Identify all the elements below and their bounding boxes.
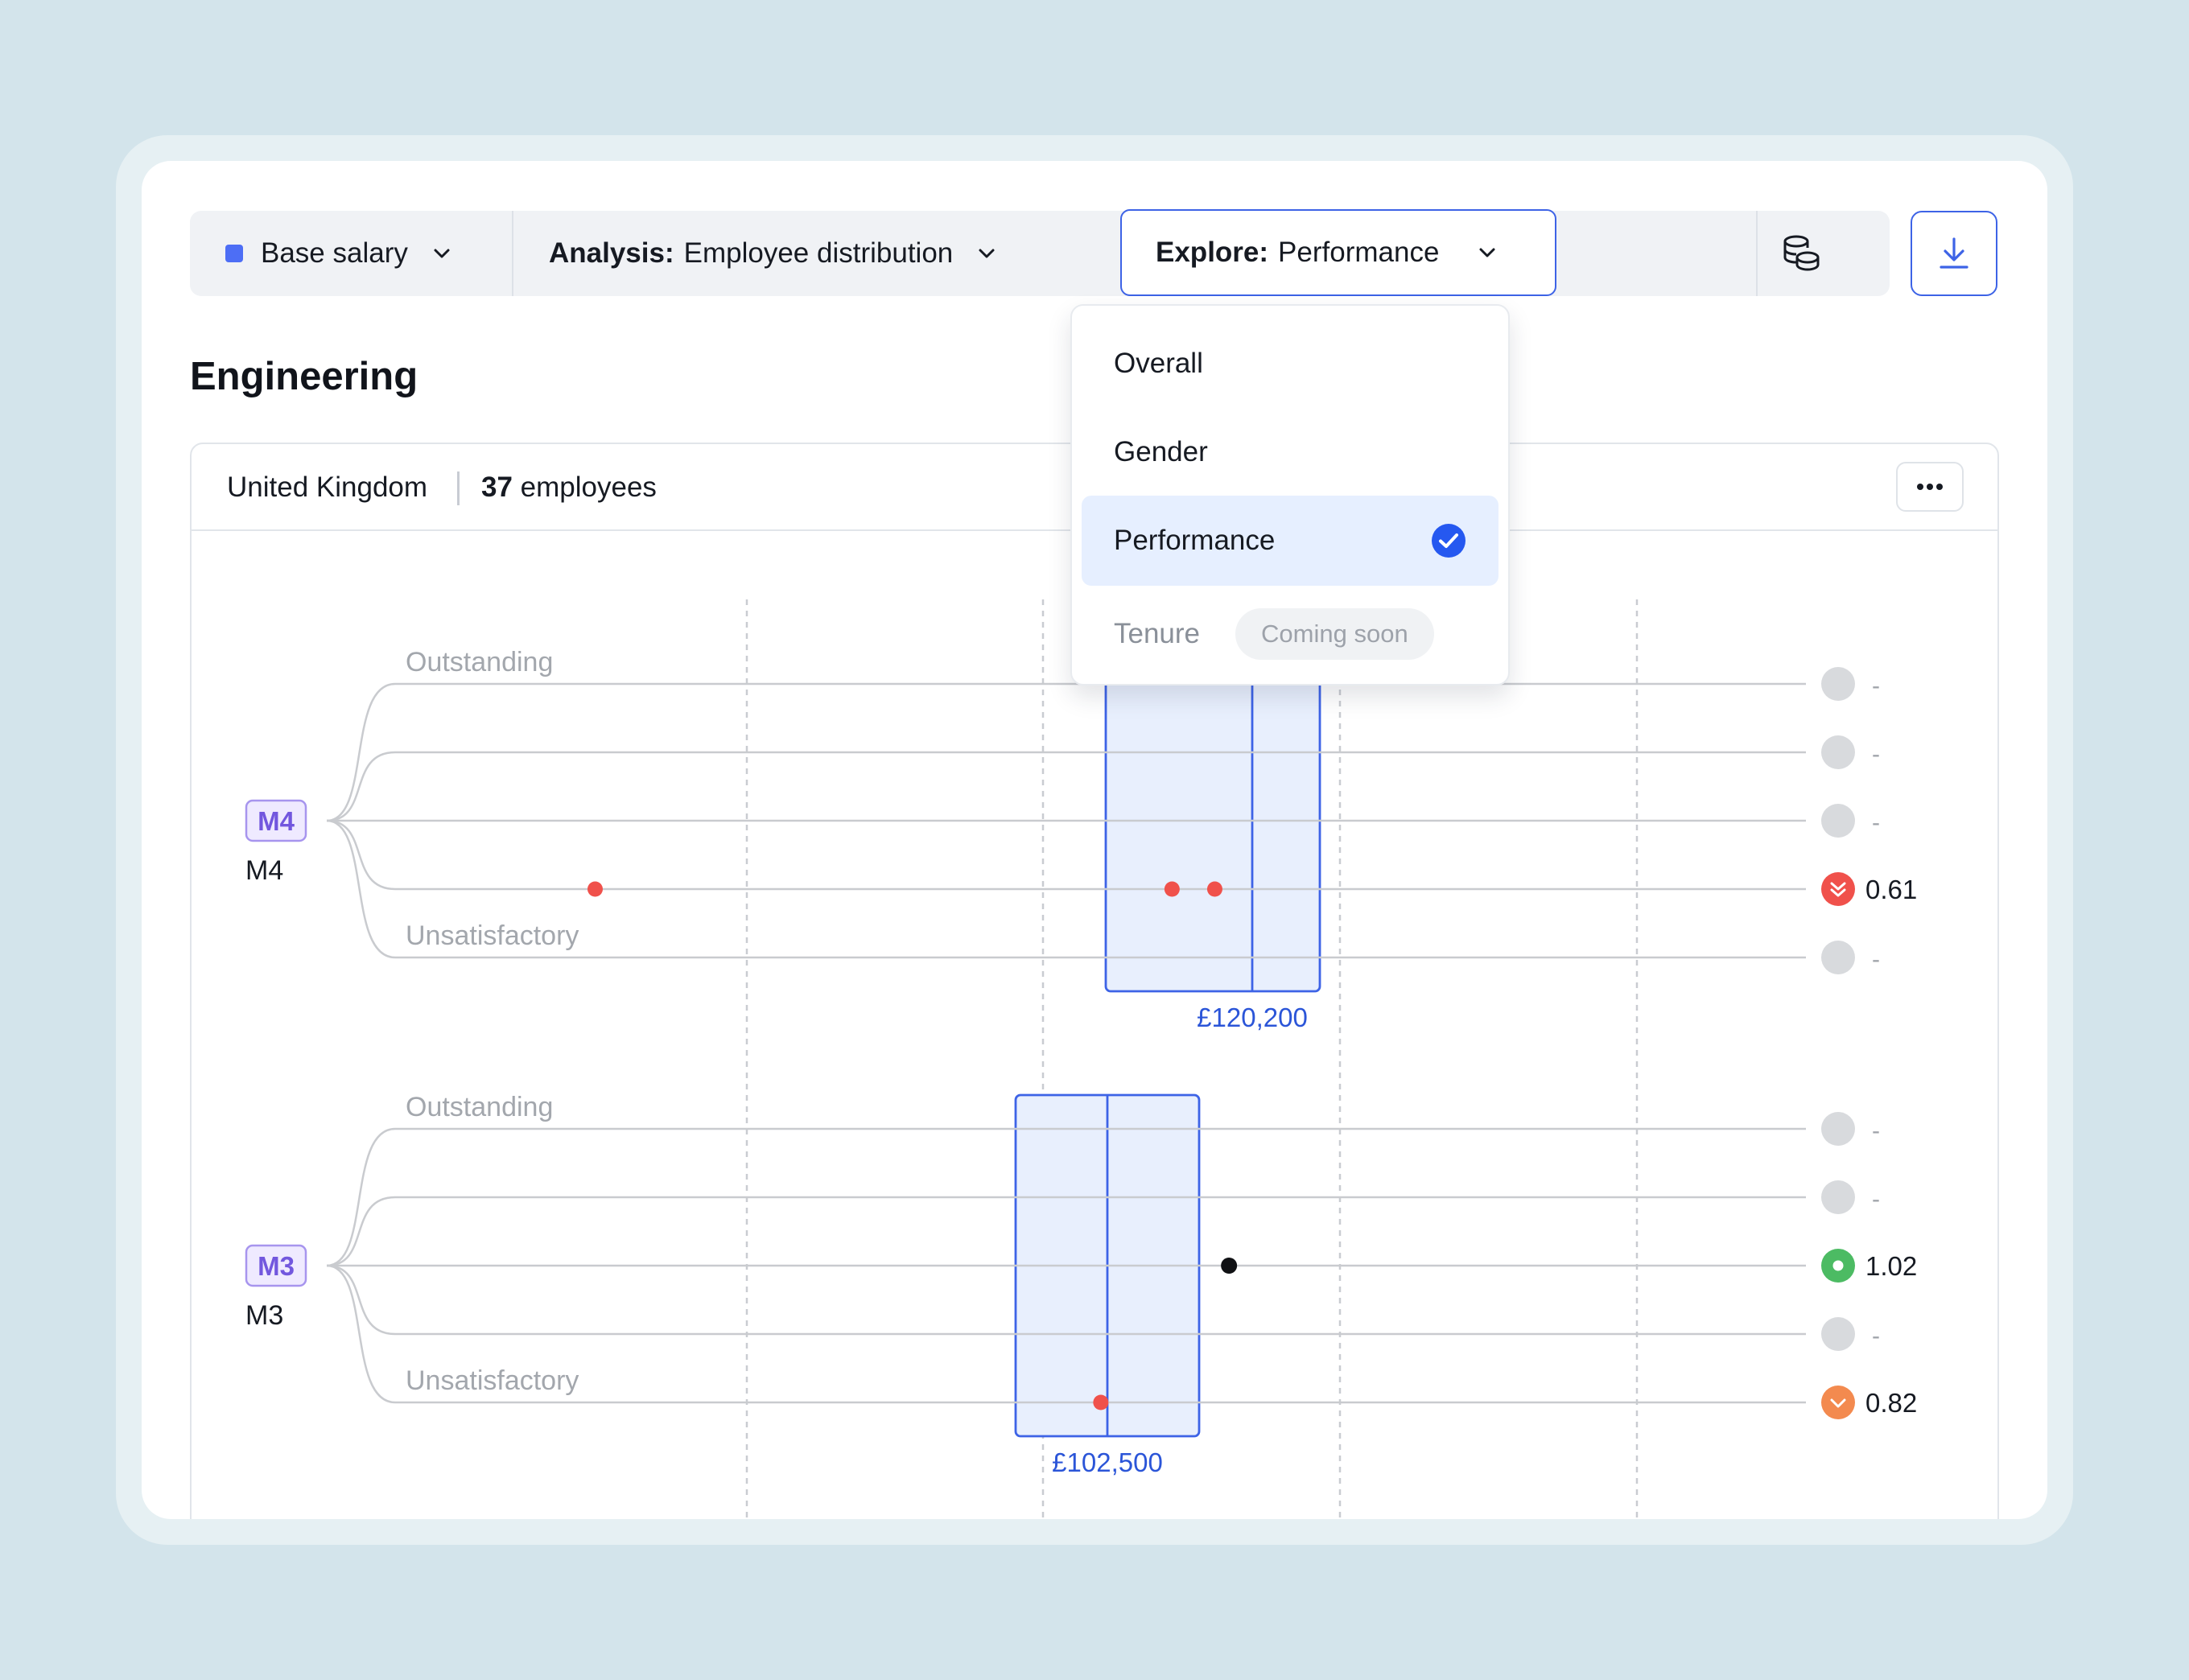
check-circle-icon (1432, 524, 1466, 558)
level-name: M4 (245, 855, 283, 886)
bottom-row-label: Unsatisfactory (406, 1365, 579, 1396)
status-indicator (1821, 941, 1855, 974)
status-indicator (1821, 735, 1855, 769)
median-label: £120,200 (1197, 1003, 1308, 1032)
dropdown-item-label: Gender (1114, 436, 1208, 467)
row-value: 0.61 (1865, 875, 1917, 904)
employee-point (1206, 881, 1222, 897)
dropdown-item-label: Overall (1114, 348, 1203, 379)
level-badge-text: M4 (258, 806, 295, 836)
row-value: - (1872, 1118, 1880, 1144)
status-indicator (1821, 1317, 1855, 1351)
status-indicator (1821, 667, 1855, 701)
level-name: M3 (245, 1300, 283, 1331)
row-value: - (1872, 673, 1880, 699)
employee-point (587, 881, 603, 897)
status-indicator (1821, 1112, 1855, 1146)
row-value: 0.82 (1865, 1388, 1917, 1418)
row-value: - (1872, 946, 1880, 973)
median-label: £102,500 (1052, 1447, 1163, 1477)
level-badge-text: M3 (258, 1251, 295, 1281)
dropdown-item-tenure: Tenure Coming soon (1082, 589, 1498, 679)
explore-dropdown-menu: Overall Gender Performance Tenure Coming… (1070, 304, 1510, 686)
app-screen: Base salary Analysis: Employee distribut… (142, 161, 2047, 1519)
status-indicator (1821, 1386, 1855, 1419)
dropdown-item-label: Tenure (1114, 618, 1201, 649)
dropdown-item-label: Performance (1114, 525, 1276, 556)
dropdown-item-gender[interactable]: Gender (1082, 407, 1498, 497)
status-indicator (1821, 1180, 1855, 1214)
status-indicator (1821, 804, 1855, 838)
dropdown-item-overall[interactable]: Overall (1082, 319, 1498, 409)
top-row-label: Outstanding (406, 647, 553, 677)
dot-icon (1832, 1260, 1844, 1271)
row-value: 1.02 (1865, 1251, 1917, 1281)
top-row-label: Outstanding (406, 1092, 553, 1122)
bottom-row-label: Unsatisfactory (406, 920, 579, 951)
employee-point (1164, 881, 1180, 897)
employee-point (1093, 1394, 1109, 1410)
employee-point (1221, 1258, 1238, 1274)
row-value: - (1872, 741, 1880, 768)
row-value: - (1872, 809, 1880, 836)
performance-row-line (326, 751, 1806, 822)
row-value: - (1872, 1323, 1880, 1349)
dropdown-item-performance[interactable]: Performance (1082, 496, 1498, 586)
performance-row-line (326, 819, 1806, 891)
coming-soon-badge: Coming soon (1235, 608, 1434, 660)
row-value: - (1872, 1186, 1880, 1213)
